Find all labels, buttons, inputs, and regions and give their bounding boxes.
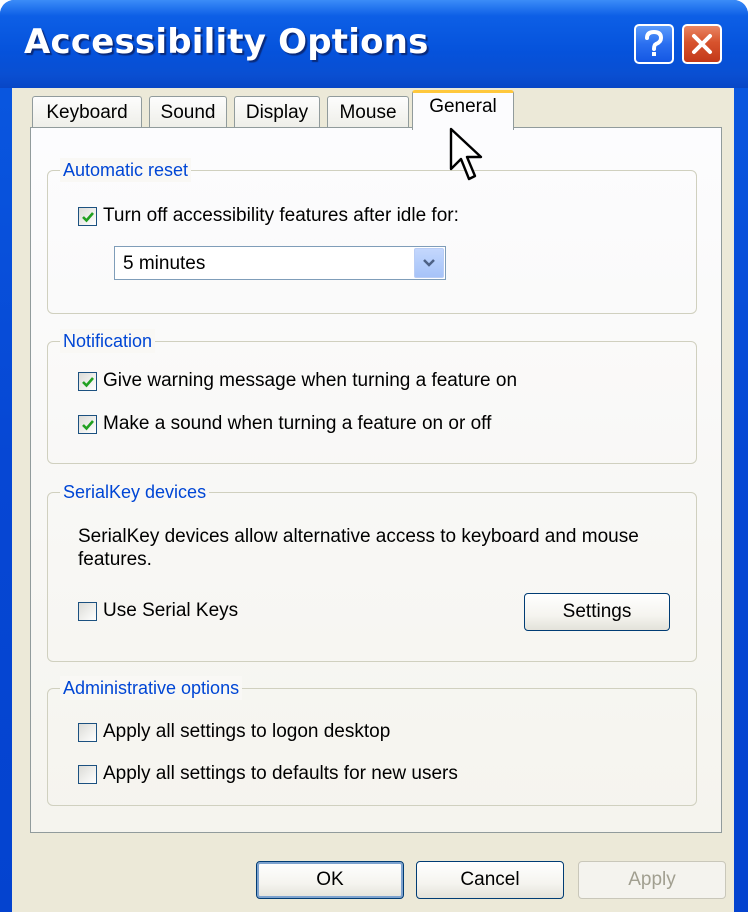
tab-sound[interactable]: Sound — [149, 96, 227, 128]
serialkey-description: SerialKey devices allow alternative acce… — [78, 526, 639, 570]
notification-group: Notification — [47, 329, 697, 464]
checkmark-icon — [82, 211, 94, 222]
sound-label: Make a sound when turning a feature on o… — [103, 413, 492, 434]
apply-button[interactable]: Apply — [578, 861, 726, 899]
help-button[interactable] — [634, 24, 674, 64]
automatic-reset-group: Automatic reset — [47, 158, 697, 314]
logon-desktop-checkbox[interactable] — [78, 722, 97, 742]
question-mark-icon — [645, 30, 664, 56]
idle-timeout-option[interactable]: Turn off accessibility features after id… — [78, 205, 459, 227]
serialkey-label: SerialKey devices — [60, 480, 210, 504]
idle-timeout-checkbox[interactable] — [78, 206, 97, 226]
tab-mouse[interactable]: Mouse — [327, 96, 409, 128]
checkmark-icon — [82, 376, 94, 387]
checkmark-icon — [82, 419, 94, 430]
new-users-checkbox[interactable] — [78, 764, 97, 784]
automatic-reset-label: Automatic reset — [60, 158, 192, 182]
sound-option[interactable]: Make a sound when turning a feature on o… — [78, 413, 491, 435]
warning-message-option[interactable]: Give warning message when turning a feat… — [78, 370, 517, 392]
warning-message-label: Give warning message when turning a feat… — [103, 370, 518, 391]
dropdown-button[interactable] — [414, 248, 444, 278]
chevron-down-icon — [423, 259, 435, 267]
dialog-window: Accessibility Options Keyboard Sound Dis… — [0, 0, 748, 912]
new-users-option[interactable]: Apply all settings to defaults for new u… — [78, 763, 458, 785]
title-bar[interactable]: Accessibility Options — [0, 0, 748, 88]
serialkey-settings-button[interactable]: Settings — [524, 593, 670, 631]
new-users-label: Apply all settings to defaults for new u… — [103, 763, 458, 784]
idle-timeout-label: Turn off accessibility features after id… — [103, 205, 459, 226]
use-serial-keys-label: Use Serial Keys — [103, 600, 239, 621]
close-button[interactable] — [682, 24, 722, 64]
idle-time-value: 5 minutes — [123, 253, 206, 274]
warning-message-checkbox[interactable] — [78, 371, 97, 391]
use-serial-keys-option[interactable]: Use Serial Keys — [78, 600, 238, 622]
logon-desktop-option[interactable]: Apply all settings to logon desktop — [78, 721, 390, 743]
tab-keyboard[interactable]: Keyboard — [32, 96, 142, 128]
tab-display[interactable]: Display — [234, 96, 320, 128]
use-serial-keys-checkbox[interactable] — [78, 601, 97, 621]
window-title: Accessibility Options — [24, 22, 429, 62]
administrative-options-label: Administrative options — [60, 676, 243, 700]
notification-label: Notification — [60, 329, 156, 353]
tab-general[interactable]: General — [412, 90, 514, 130]
cancel-button[interactable]: Cancel — [416, 861, 564, 899]
administrative-options-group: Administrative options — [47, 676, 697, 806]
close-x-icon — [692, 34, 712, 54]
ok-button[interactable]: OK — [256, 861, 404, 899]
sound-checkbox[interactable] — [78, 414, 97, 434]
serialkey-group: SerialKey devices — [47, 480, 697, 662]
idle-time-dropdown[interactable]: 5 minutes — [114, 246, 446, 280]
mouse-cursor-icon — [449, 127, 483, 181]
logon-desktop-label: Apply all settings to logon desktop — [103, 721, 391, 742]
